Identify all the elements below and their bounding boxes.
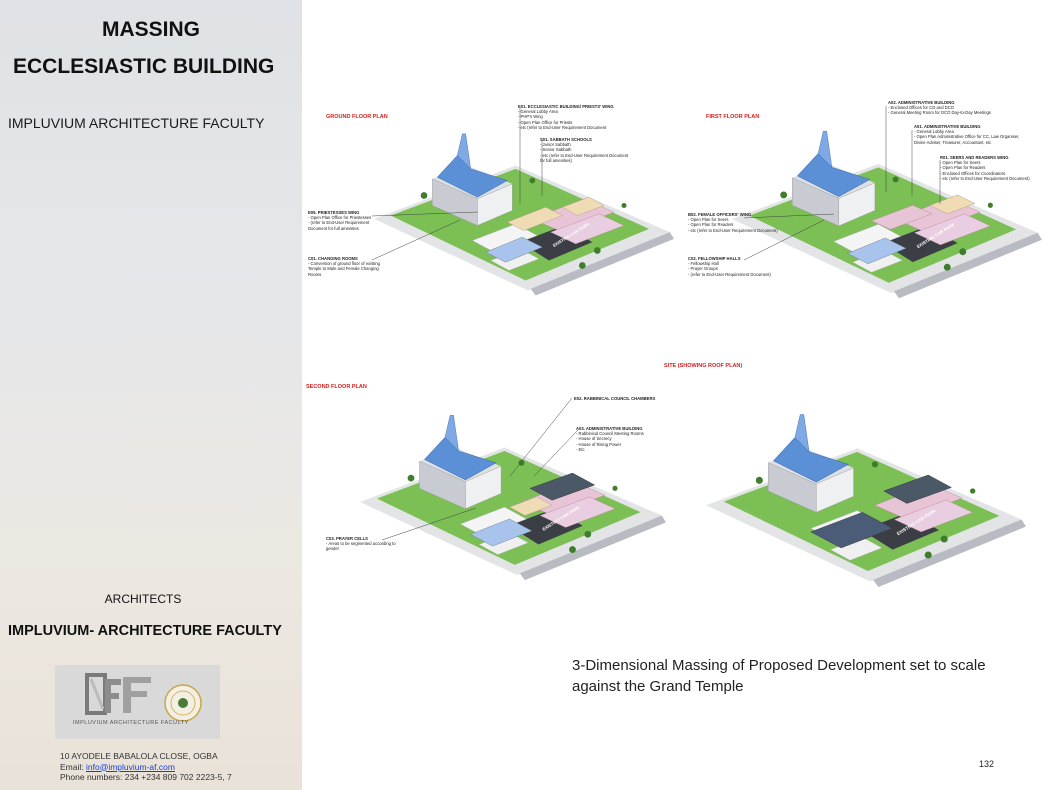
contact-block: 10 AYODELE BABALOLA CLOSE, OGBA Email: i…: [60, 751, 232, 783]
note-e05: E05. PRIESTESSES WING - Open Plan Office…: [308, 210, 371, 231]
note-line: - etc (refer to End-User Requirement Doc…: [688, 227, 778, 233]
faculty-name: IMPLUVIUM ARCHITECTURE FACULTY: [8, 115, 265, 131]
architects-label: ARCHITECTS: [104, 592, 182, 606]
sidebar: MASSING ECCLESIASTIC BUILDING IMPLUVIUM …: [0, 0, 302, 790]
note-line: gender: [326, 546, 340, 552]
page-title-line2: ECCLESIASTIC BUILDING: [13, 55, 275, 78]
note-line: - Open Plan Administrative Office for CC…: [914, 134, 1020, 140]
architects-name: IMPLUVIUM- ARCHITECTURE FACULTY: [8, 623, 282, 639]
note-line: Divine Adviser, Treasurer, Accountant, e…: [914, 139, 992, 145]
note-line: E02. RABBINICAL COUNCIL CHAMBERS: [574, 396, 656, 401]
note-line: - Etc: [576, 446, 585, 452]
slide-caption: 3-Dimensional Massing of Proposed Develo…: [572, 657, 986, 695]
note-e02: E02. RABBINICAL COUNCIL CHAMBERS: [574, 396, 655, 401]
note-c01: C01. CHANGING ROOMS - Conversion of grou…: [308, 256, 380, 277]
note-s01: S01. SABBATH SCHOOLS - Junior Sabbath - …: [540, 137, 628, 163]
first-floor-plan: FIRST FLOOR PLAN EXISTING CAR PARK A02. …: [684, 100, 1062, 300]
page-number: 132: [979, 759, 995, 769]
note-line: - (refer to End-User Requirement: [308, 220, 370, 226]
note-line: Rooms: [308, 271, 322, 277]
note-line: - General Meeting Room for DCO Day-to-Da…: [888, 110, 991, 116]
email-label: Email:: [60, 761, 86, 772]
roof-plan-label: SITE (SHOWING ROOF PLAN): [664, 363, 743, 369]
note-e01: E01. ECCLESIASTIC BUILDING/ PRIESTS' WIN…: [518, 104, 614, 130]
note-line: for full amenities): [540, 157, 572, 163]
note-a02: A02. ADMINISTRATIVE BUILDING - Enclosed …: [888, 100, 991, 116]
note-a03: A03. ADMINISTRATIVE BUILDING - Rabbinica…: [576, 426, 644, 452]
logo-panel: IMPLUVIUM ARCHITECTURE FACULTY: [55, 665, 220, 739]
seal-icon: [164, 684, 202, 722]
ground-floor-plan: GROUND FLOOR PLAN EXISTING CAR PARK E01.…: [308, 100, 674, 300]
note-line: - (refer to End-User Requirement Documen…: [688, 271, 771, 277]
note-r01: R01. SEERS AND READERS WING - Open Plan …: [940, 155, 1030, 181]
note-c02: C02. FELLOWSHIP HALLS - Fellowship Hall …: [688, 256, 771, 277]
note-line: Document for full amenities: [308, 225, 359, 231]
note-line: Temple to Male and Female Changing: [308, 266, 379, 272]
note-a01: A01. ADMINISTRATIVE BUILDING - General L…: [914, 124, 1019, 145]
note-c03: C03. PRAYER CELLS - Areas to be segmente…: [326, 536, 396, 552]
roof-site-plan: EXISTING CAR PARK: [690, 380, 1060, 600]
email-link[interactable]: info@impluvium-af.com: [86, 762, 175, 772]
email-line: Email: info@impluvium-af.com: [60, 762, 232, 773]
page-title-line1: MASSING: [101, 18, 200, 41]
callout-lines: [381, 397, 579, 541]
second-floor-plan: SECOND FLOOR PLAN EXISTING CAR PARK E02.…: [304, 380, 666, 590]
note-line: - etc (refer to End-User Requirement Doc…: [940, 175, 1030, 181]
note-line: - etc (refer to End-User Requirement Doc…: [518, 124, 607, 130]
phone-line: Phone numbers: 234 +234 809 702 2223-5, …: [60, 772, 232, 782]
address-line: 10 AYODELE BABALOLA CLOSE, OGBA: [60, 751, 218, 761]
logo-caption: IMPLUVIUM ARCHITECTURE FACULTY: [73, 720, 189, 726]
note-b02: B02. FEMALE OFFICERS' WING - Open Plan f…: [688, 212, 778, 233]
site-massing-illustration: EXISTING CAR PARK: [706, 414, 1026, 588]
